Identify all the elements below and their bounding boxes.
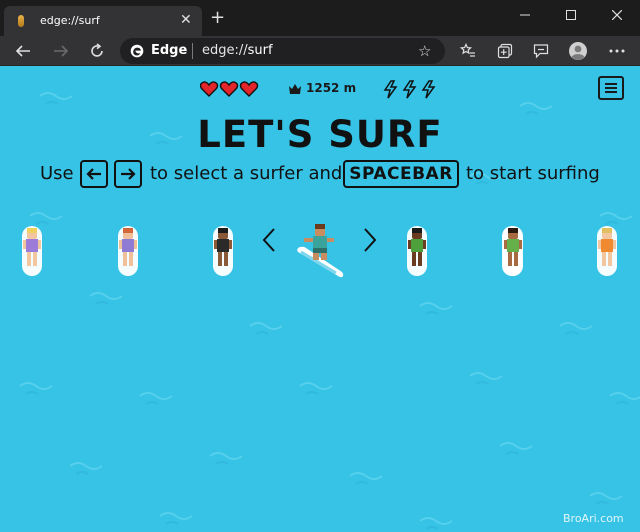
instruction-use: Use (40, 163, 74, 184)
distance-score: 1252 m (306, 81, 357, 95)
favorites-button[interactable] (455, 39, 481, 63)
spacebar-key[interactable]: SPACEBAR (343, 160, 459, 188)
tab-surf[interactable]: edge://surf ✕ (4, 6, 202, 36)
close-window-icon (612, 10, 622, 20)
lives-hearts (200, 81, 259, 97)
speed-boosts (383, 80, 436, 99)
feedback-icon (533, 44, 549, 59)
collections-button[interactable] (492, 39, 518, 63)
feedback-button[interactable] (528, 39, 554, 63)
minimize-icon (520, 14, 530, 16)
forward-button[interactable] (48, 39, 74, 63)
profile-button[interactable] (565, 39, 591, 63)
right-arrow-key-icon (121, 168, 136, 180)
surfer-blonde[interactable] (16, 224, 48, 276)
settings-more-button[interactable] (604, 39, 630, 63)
refresh-icon (91, 43, 103, 57)
close-window-button[interactable] (594, 0, 640, 30)
back-button[interactable] (10, 39, 36, 63)
surfer-redhead[interactable] (112, 224, 144, 276)
url-text: edge://surf (202, 43, 273, 58)
left-arrow-key-icon (86, 168, 101, 180)
edge-logo-icon (130, 44, 144, 58)
refresh-button[interactable] (84, 39, 110, 63)
left-arrow-key[interactable] (80, 160, 108, 188)
favorites-list-icon (460, 43, 475, 57)
minimize-button[interactable] (502, 0, 548, 30)
address-separator (192, 43, 193, 59)
favorite-star-icon[interactable]: ☆ (418, 43, 431, 59)
instruction-select: to select a surfer and (150, 163, 343, 184)
lightning-bolt-icon (421, 80, 436, 99)
crown-icon (289, 84, 301, 94)
profile-avatar-icon (569, 42, 587, 60)
close-tab-icon[interactable]: ✕ (180, 11, 192, 29)
tab-strip: edge://surf ✕ + (0, 0, 640, 36)
lightning-bolt-icon (402, 80, 417, 99)
site-identity-label: Edge (151, 43, 188, 58)
collections-icon (497, 43, 513, 59)
lightning-bolt-icon (383, 80, 398, 99)
game-title: LET'S SURF (197, 113, 443, 156)
surfer-dark-hair[interactable] (207, 224, 239, 276)
back-arrow-icon (15, 45, 30, 57)
right-arrow-key[interactable] (114, 160, 142, 188)
game-menu-button[interactable] (598, 76, 624, 100)
previous-surfer-arrow[interactable] (262, 228, 276, 252)
heart-icon (219, 81, 239, 97)
heart-icon (239, 81, 259, 97)
surf-game-canvas[interactable]: 1252 m LET'S SURF Use to select a surfer… (0, 66, 640, 532)
tab-title: edge://surf (40, 14, 100, 27)
forward-arrow-icon (54, 45, 69, 57)
instruction-start: to start surfing (466, 163, 600, 184)
new-tab-icon[interactable]: + (210, 9, 225, 27)
surfer-selected[interactable] (292, 222, 346, 280)
surfboard-favicon-icon (18, 15, 24, 27)
navigation-toolbar: Edge edge://surf ☆ (0, 36, 640, 66)
maximize-icon (566, 10, 576, 20)
watermark-text: BroAri.com (563, 512, 624, 525)
more-dots-icon (609, 49, 625, 53)
surfer-green-shorts[interactable] (401, 224, 433, 276)
surfer-orange-shirt[interactable] (591, 224, 623, 276)
maximize-button[interactable] (548, 0, 594, 30)
heart-icon (200, 81, 219, 97)
surfer-green-top[interactable] (497, 224, 529, 276)
address-bar[interactable]: Edge edge://surf ☆ (120, 38, 445, 64)
next-surfer-arrow[interactable] (363, 228, 377, 252)
